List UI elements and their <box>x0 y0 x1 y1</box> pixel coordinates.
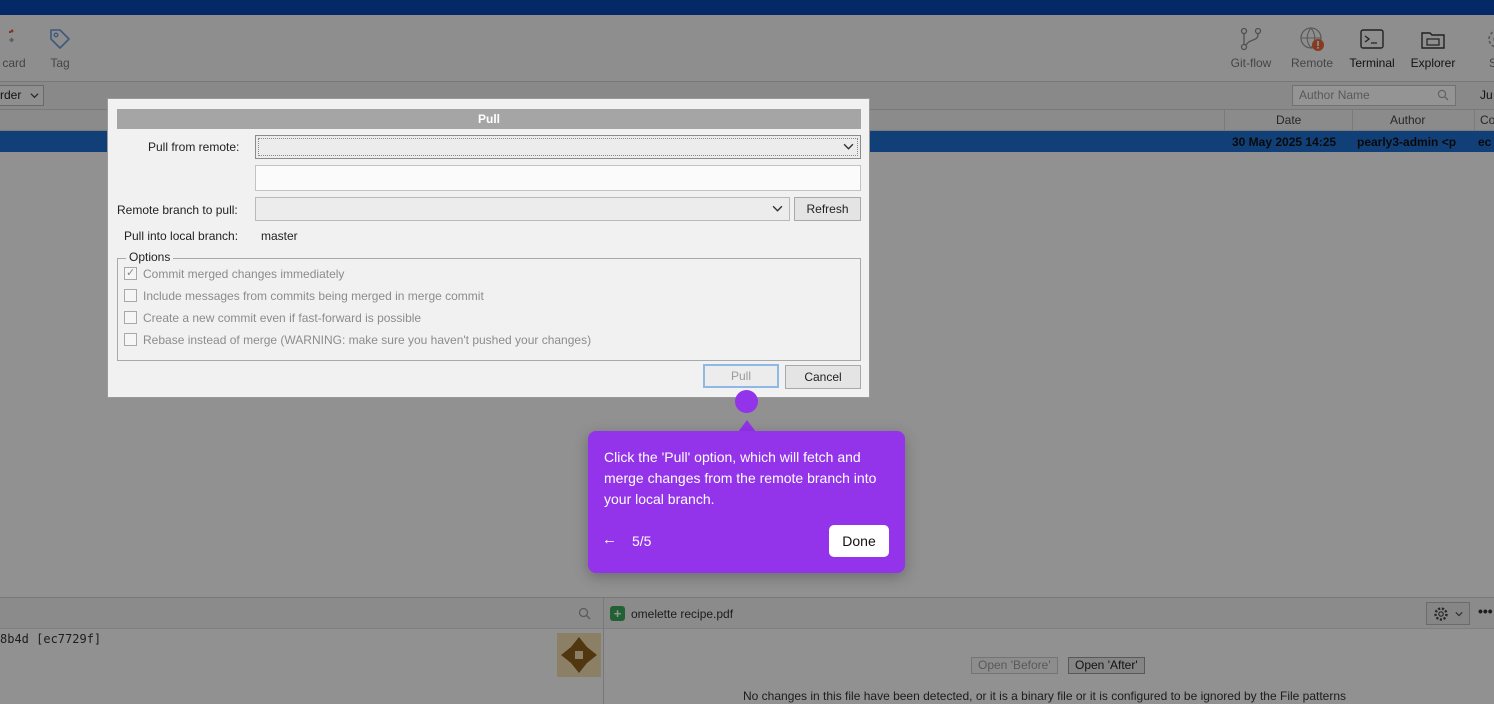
chevron-down-icon <box>772 205 783 212</box>
refresh-button[interactable]: Refresh <box>794 197 861 221</box>
option-checkbox[interactable] <box>124 266 137 280</box>
remote-branch-label: Remote branch to pull: <box>117 203 238 217</box>
remote-branch-select[interactable] <box>255 197 790 221</box>
local-branch-value: master <box>261 229 298 243</box>
pull-button[interactable]: Pull <box>703 364 779 388</box>
option-label: Rebase instead of merge (WARNING: make s… <box>143 333 592 347</box>
cancel-button[interactable]: Cancel <box>785 365 861 389</box>
tooltip-text: Click the 'Pull' option, which will fetc… <box>604 449 877 507</box>
chevron-down-icon <box>843 143 854 150</box>
pull-from-remote-select[interactable] <box>255 135 861 159</box>
remote-url-field[interactable] <box>255 165 861 191</box>
option-checkbox[interactable] <box>124 333 137 346</box>
pull-dialog: Pull Pull from remote: Remote branch to … <box>107 98 870 398</box>
dialog-title: Pull <box>117 109 861 129</box>
options-group: Options Commit merged changes immediatel… <box>117 250 861 361</box>
option-label: Commit merged changes immediately <box>143 267 345 281</box>
options-legend: Options <box>126 250 174 264</box>
done-button[interactable]: Done <box>829 525 889 557</box>
local-branch-label: Pull into local branch: <box>124 229 239 243</box>
option-label: Create a new commit even if fast-forward… <box>143 311 422 325</box>
tutorial-beacon <box>735 390 758 413</box>
pull-from-remote-label: Pull from remote: <box>148 140 240 154</box>
tooltip-step-counter: 5/5 <box>632 533 652 549</box>
option-checkbox[interactable] <box>124 311 137 324</box>
back-arrow-icon[interactable]: ← <box>602 531 617 548</box>
option-checkbox[interactable] <box>124 289 137 302</box>
option-label: Include messages from commits being merg… <box>143 289 484 303</box>
tutorial-tooltip: Click the 'Pull' option, which will fetc… <box>588 431 905 573</box>
